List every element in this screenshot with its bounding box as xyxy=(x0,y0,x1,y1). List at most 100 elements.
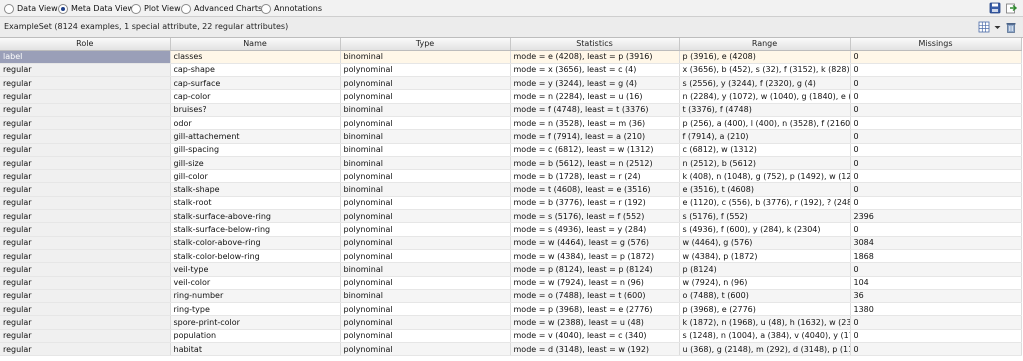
radio-data-view[interactable]: Data View xyxy=(4,2,58,15)
missings-cell[interactable]: 3084 xyxy=(850,236,1022,250)
role-cell[interactable]: regular xyxy=(0,329,171,344)
missings-cell[interactable]: 0 xyxy=(850,50,1022,64)
statistics-cell[interactable]: mode = b (3776), least = r (192) xyxy=(510,196,680,211)
missings-cell[interactable]: 0 xyxy=(850,262,1022,277)
type-cell[interactable]: binominal xyxy=(340,289,511,304)
save-icon[interactable] xyxy=(989,2,1001,14)
name-cell[interactable]: cap-surface xyxy=(170,76,341,91)
radio-label[interactable]: Meta Data View xyxy=(71,4,134,13)
table-row[interactable]: regular stalk-color-above-ring polynominal… xyxy=(0,236,1022,250)
statistics-cell[interactable]: mode = v (4040), least = c (340) xyxy=(510,329,680,344)
table-row[interactable]: regular stalk-shape binominal mode = t (460… xyxy=(0,182,1022,197)
type-cell[interactable]: binominal xyxy=(340,156,511,171)
missings-cell[interactable]: 0 xyxy=(850,143,1022,157)
grid-view-icon[interactable] xyxy=(978,21,990,33)
role-cell[interactable]: regular xyxy=(0,116,171,131)
missings-cell[interactable]: 0 xyxy=(850,222,1022,237)
name-cell[interactable]: cap-color xyxy=(170,89,341,104)
role-cell[interactable]: regular xyxy=(0,249,171,264)
missings-cell[interactable]: 0 xyxy=(850,76,1022,91)
role-cell[interactable]: regular xyxy=(0,156,171,171)
statistics-cell[interactable]: mode = d (3148), least = w (192) xyxy=(510,342,680,357)
statistics-cell[interactable]: mode = b (1728), least = r (24) xyxy=(510,169,680,184)
name-cell[interactable]: spore-print-color xyxy=(170,315,341,330)
table-row[interactable]: regular population polynominal mode = v (40… xyxy=(0,329,1022,344)
missings-cell[interactable]: 0 xyxy=(850,196,1022,211)
range-cell[interactable]: k (408), n (1048), g (752), p (1492), w … xyxy=(679,169,851,184)
missings-cell[interactable]: 0 xyxy=(850,89,1022,104)
dropdown-arrow-icon[interactable] xyxy=(994,21,1001,33)
role-cell[interactable]: regular xyxy=(0,89,171,104)
missings-cell[interactable]: 0 xyxy=(850,169,1022,184)
table-row[interactable]: regular habitat polynominal mode = d (3148)… xyxy=(0,342,1022,357)
radio-circle[interactable] xyxy=(131,3,141,14)
missings-cell[interactable]: 36 xyxy=(850,289,1022,304)
name-cell[interactable]: ring-number xyxy=(170,289,341,304)
table-row[interactable]: regular stalk-color-below-ring polynominal… xyxy=(0,249,1022,264)
type-cell[interactable]: polynominal xyxy=(340,236,511,250)
name-cell[interactable]: gill-color xyxy=(170,169,341,184)
table-row[interactable]: regular stalk-surface-above-ring polynomin… xyxy=(0,209,1022,224)
name-cell[interactable]: gill-size xyxy=(170,156,341,171)
type-cell[interactable]: binominal xyxy=(340,143,511,157)
table-row[interactable]: regular gill-size binominal mode = b (5612)… xyxy=(0,156,1022,171)
column-header-type[interactable]: Type xyxy=(340,38,511,51)
range-cell[interactable]: s (2556), y (3244), f (2320), g (4) xyxy=(679,76,851,91)
range-cell[interactable]: e (1120), c (556), b (3776), r (192), ? … xyxy=(679,196,851,211)
role-cell[interactable]: regular xyxy=(0,103,171,117)
name-cell[interactable]: stalk-surface-above-ring xyxy=(170,209,341,224)
type-cell[interactable]: polynominal xyxy=(340,315,511,330)
missings-cell[interactable]: 0 xyxy=(850,116,1022,131)
radio-meta-data-view[interactable]: Meta Data View xyxy=(58,2,134,15)
range-cell[interactable]: o (7488), t (600) xyxy=(679,289,851,304)
role-cell[interactable]: regular xyxy=(0,222,171,237)
type-cell[interactable]: binominal xyxy=(340,103,511,117)
table-row[interactable]: regular gill-attachement binominal mode = f… xyxy=(0,129,1022,144)
name-cell[interactable]: bruises? xyxy=(170,103,341,117)
radio-label[interactable]: Data View xyxy=(17,4,58,13)
range-cell[interactable]: n (2512), b (5612) xyxy=(679,156,851,171)
statistics-cell[interactable]: mode = p (3968), least = e (2776) xyxy=(510,302,680,317)
name-cell[interactable]: stalk-color-above-ring xyxy=(170,236,341,250)
statistics-cell[interactable]: mode = s (5176), least = f (552) xyxy=(510,209,680,224)
range-cell[interactable]: p (3916), e (4208) xyxy=(679,50,851,64)
name-cell[interactable]: stalk-surface-below-ring xyxy=(170,222,341,237)
statistics-cell[interactable]: mode = x (3656), least = c (4) xyxy=(510,63,680,78)
range-cell[interactable]: p (256), a (400), l (400), n (3528), f (… xyxy=(679,116,851,131)
statistics-cell[interactable]: mode = f (7914), least = a (210) xyxy=(510,129,680,144)
missings-cell[interactable]: 1380 xyxy=(850,302,1022,317)
missings-cell[interactable]: 0 xyxy=(850,156,1022,171)
role-cell[interactable]: regular xyxy=(0,289,171,304)
export-icon[interactable] xyxy=(1005,2,1018,14)
range-cell[interactable]: w (4384), p (1872) xyxy=(679,249,851,264)
type-cell[interactable]: polynominal xyxy=(340,222,511,237)
type-cell[interactable]: polynominal xyxy=(340,249,511,264)
table-row[interactable]: regular odor polynominal mode = n (3528), l… xyxy=(0,116,1022,131)
column-header-role[interactable]: Role xyxy=(0,38,171,51)
column-header-missings[interactable]: Missings xyxy=(850,38,1022,51)
statistics-cell[interactable]: mode = e (4208), least = p (3916) xyxy=(510,50,680,64)
type-cell[interactable]: polynominal xyxy=(340,276,511,290)
radio-circle[interactable] xyxy=(181,3,191,14)
radio-advanced-charts[interactable]: Advanced Charts xyxy=(181,2,262,15)
missings-cell[interactable]: 0 xyxy=(850,342,1022,357)
radio-circle[interactable] xyxy=(261,3,271,14)
table-row[interactable]: regular ring-type polynominal mode = p (396… xyxy=(0,302,1022,317)
type-cell[interactable]: binominal xyxy=(340,129,511,144)
name-cell[interactable]: gill-attachement xyxy=(170,129,341,144)
name-cell[interactable]: odor xyxy=(170,116,341,131)
role-cell[interactable]: regular xyxy=(0,76,171,91)
missings-cell[interactable]: 2396 xyxy=(850,209,1022,224)
missings-cell[interactable]: 0 xyxy=(850,63,1022,78)
statistics-cell[interactable]: mode = w (2388), least = u (48) xyxy=(510,315,680,330)
statistics-cell[interactable]: mode = p (8124), least = p (8124) xyxy=(510,262,680,277)
range-cell[interactable]: t (3376), f (4748) xyxy=(679,103,851,117)
range-cell[interactable]: s (5176), f (552) xyxy=(679,209,851,224)
missings-cell[interactable]: 104 xyxy=(850,276,1022,290)
role-cell[interactable]: regular xyxy=(0,236,171,250)
name-cell[interactable]: ring-type xyxy=(170,302,341,317)
statistics-cell[interactable]: mode = w (7924), least = n (96) xyxy=(510,276,680,290)
name-cell[interactable]: stalk-color-below-ring xyxy=(170,249,341,264)
type-cell[interactable]: polynominal xyxy=(340,76,511,91)
range-cell[interactable]: p (3968), e (2776) xyxy=(679,302,851,317)
